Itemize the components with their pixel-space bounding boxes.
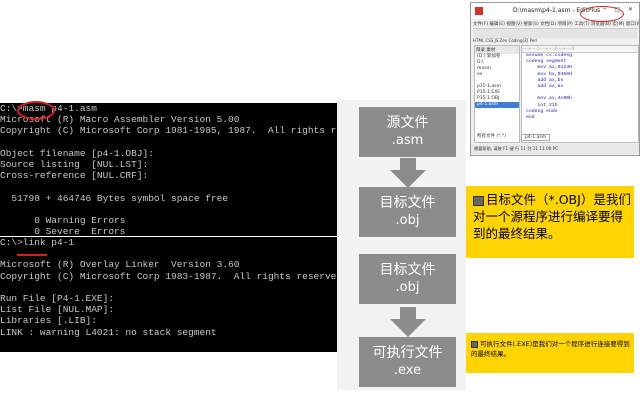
object-file-box: 目标文件 .obj: [359, 187, 456, 237]
code-line[interactable]: end: [526, 115, 638, 121]
masm-terminal: C:\>masm p4-1.asm Microsoft (R) Macro Ass…: [0, 103, 337, 236]
terminal-line: LINK : warning L4021: no stack segment: [0, 326, 217, 338]
executable-file-note: 可执行文件(.EXE)是我们对一个程序进行连接要得到的最终结果。: [466, 333, 634, 373]
terminal-line: List File [NUL.MAP]:: [0, 304, 115, 316]
note-text: 目标文件（*.OBJ）是我们对一个源程序进行编译要得到的最终结果。: [473, 192, 631, 241]
terminal-line: C:\>link p4-1: [0, 237, 75, 248]
terminal-line: 51798 + 464746 Bytes symbol space free: [0, 192, 229, 204]
note-text: 可执行文件(.EXE)是我们对一个程序进行连接要得到的最终结果。: [471, 340, 630, 358]
down-arrow-icon: [390, 158, 426, 188]
terminal-line: Copyright (C) Microsoft Corp 1981-1985, …: [0, 125, 337, 137]
directory-item[interactable]: p4-1.asm: [475, 102, 519, 108]
code-editor[interactable]: ----+----1----+----2----+----3 assume cs…: [521, 45, 639, 143]
note-icon: [471, 340, 478, 348]
directory-tabs[interactable]: 目录 素材: [475, 46, 519, 54]
box-ext: .obj: [395, 213, 420, 228]
terminal-line: Object filename [p4-1.OBJ]:: [0, 147, 154, 159]
editplus-menubar[interactable]: 文件(F) 编辑(E) 视图(V) 搜索(S) 文档(D) 项目(P) 工具(T…: [473, 21, 639, 27]
link-underline-annotation: [17, 254, 47, 256]
down-arrow-icon: [390, 307, 426, 337]
box-label: 可执行文件: [372, 345, 443, 361]
editplus-toolbar[interactable]: [473, 28, 637, 38]
editplus-circle-annotation: [580, 6, 624, 22]
editplus-toolbar-2[interactable]: HTML CSS JS Zen Coding(Z) Perl: [473, 38, 637, 44]
code-content[interactable]: assume cs:codesg codesg segment mov ax,01…: [522, 53, 638, 121]
terminal-line: Cross-reference [NUL.CRF]:: [0, 170, 149, 182]
file-filter[interactable]: 所有文件 (*.*): [475, 134, 506, 140]
box-label: 目标文件: [379, 262, 436, 278]
executable-file-box: 可执行文件 .exe: [359, 337, 456, 387]
terminal-line: Copyright (C) Microsoft Corp 1983-1987. …: [0, 270, 337, 282]
box-label: 目标文件: [379, 195, 436, 211]
status-bar: 需要帮助, 请按 F1 键 行 11 列 11 11 00 PC: [471, 144, 639, 154]
link-terminal: C:\>link p4-1 Microsoft (R) Overlay Link…: [0, 237, 337, 352]
box-ext: .obj: [395, 280, 420, 295]
terminal-line: Run File [P4-1.EXE]:: [0, 292, 115, 304]
terminal-line: Microsoft (R) Overlay Linker Version 3.6…: [0, 259, 240, 271]
masm-circle-annotation: [17, 101, 55, 120]
box-ext: .asm: [391, 133, 424, 148]
terminal-line: Source listing [NUL.LST]:: [0, 158, 149, 170]
box-label: 源文件: [386, 115, 429, 131]
editplus-window: D:\masm\p4-1.asm - EditPlus ─ □ ✕ 文件(F) …: [470, 2, 640, 156]
terminal-line: 0 Warning Errors: [0, 214, 126, 226]
box-ext: .exe: [393, 363, 422, 378]
note-icon: [473, 195, 484, 206]
editplus-app-icon: [475, 7, 483, 15]
editor-ruler: ----+----1----+----2----+----3: [522, 46, 638, 53]
directory-panel: 目录 素材 [D:] 新加卷 D:\ masm ex p15-1.asm P15-1.E…: [474, 45, 520, 143]
source-file-box: 源文件 .asm: [359, 107, 456, 157]
object-file-note: 目标文件（*.OBJ）是我们对一个源程序进行编译要得到的最终结果。: [466, 186, 634, 258]
terminal-line: 0 Severe Errors: [0, 226, 126, 236]
terminal-line: Libraries [.LIB]:: [0, 315, 97, 327]
file-tab[interactable]: p4-1.asm: [521, 134, 551, 141]
object-file-box-2: 目标文件 .obj: [359, 254, 456, 304]
